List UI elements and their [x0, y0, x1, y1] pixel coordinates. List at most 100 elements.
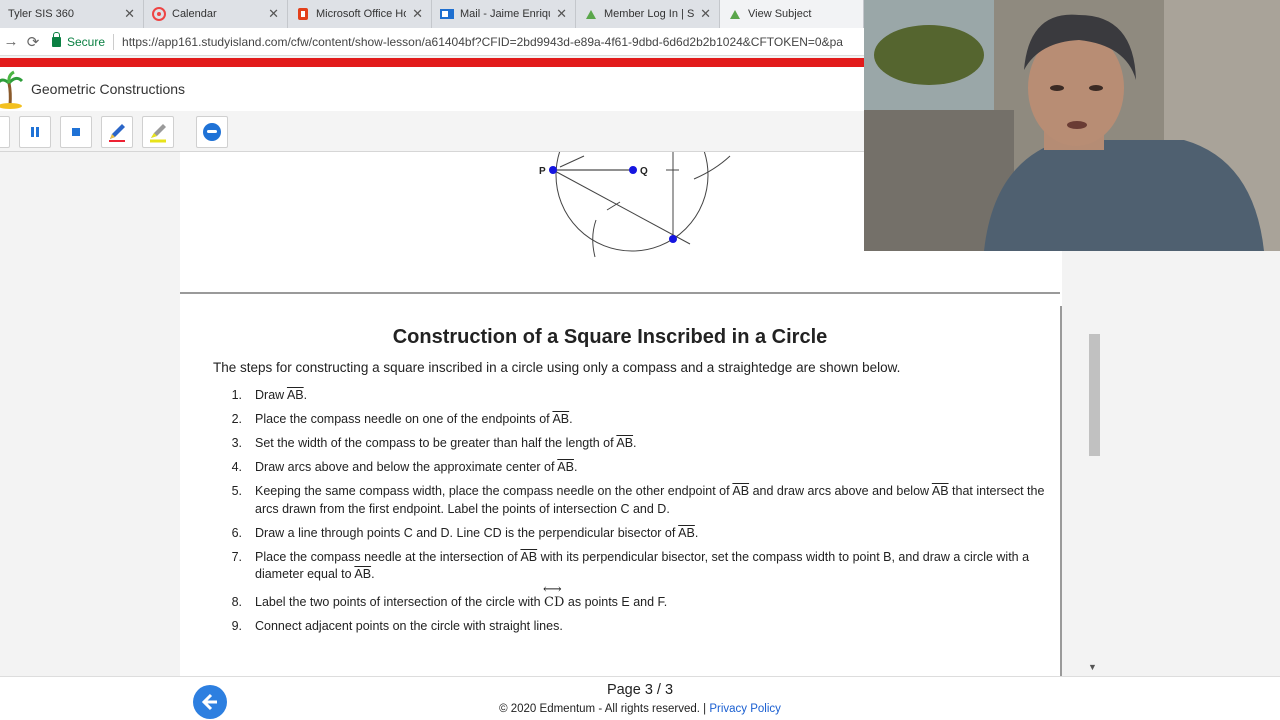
stop-button[interactable]	[60, 116, 92, 148]
step-text: as points E and F.	[564, 594, 668, 609]
segment-ab-notation: AB	[286, 388, 304, 402]
study-island-icon	[728, 7, 742, 21]
step-text: Place the compass needle on one of the e…	[255, 412, 553, 426]
close-tab-icon[interactable]: ✕	[412, 6, 423, 22]
step-item: 5. Keeping the same compass width, place …	[222, 483, 1062, 518]
close-tab-icon[interactable]: ✕	[124, 6, 135, 22]
highlighter-tool-button[interactable]	[142, 116, 174, 148]
step-text: .	[303, 388, 308, 402]
tab-calendar[interactable]: Calendar ✕	[144, 0, 288, 28]
step-text: Draw	[255, 388, 287, 402]
step-number: 7.	[231, 549, 242, 564]
app-title: Geometric Constructions	[31, 81, 186, 97]
lesson-title: Construction of a Square Inscribed in a …	[392, 326, 828, 348]
tab-mail[interactable]: Mail - Jaime Enriquez ✕	[432, 0, 576, 28]
tab-view-subject[interactable]: View Subject	[720, 0, 864, 28]
step-text: Keeping the same compass width, place th…	[255, 484, 733, 498]
tab-label: View Subject	[748, 8, 812, 20]
palm-tree-logo-icon	[0, 70, 24, 109]
tab-member-login[interactable]: Member Log In | Study ✕	[576, 0, 720, 28]
step-text: and draw arcs above and below	[749, 484, 932, 498]
line-cd-notation: CD	[543, 581, 564, 612]
tab-tyler-sis[interactable]: Tyler SIS 360 ✕	[0, 0, 144, 28]
pause-icon	[31, 127, 39, 137]
scrollbar-track[interactable]	[1086, 251, 1102, 676]
pencil-tool-button[interactable]	[101, 116, 133, 148]
step-number: 8.	[231, 594, 242, 609]
tab-label: Microsoft Office Home	[316, 8, 406, 20]
step-text: Draw a line through points C and D. Line…	[255, 525, 679, 540]
tab-office-home[interactable]: Microsoft Office Home ✕	[288, 0, 432, 28]
chat-button[interactable]	[196, 116, 228, 148]
scroll-down-arrow-icon[interactable]: ▼	[1088, 662, 1097, 672]
segment-ab-notation: AB	[678, 525, 695, 540]
address-bar: → ⟳ Secure https://app161.studyisland.co…	[0, 28, 864, 56]
presenter-video-icon	[864, 0, 1280, 251]
close-tab-icon[interactable]: ✕	[268, 6, 279, 22]
label-q: Q	[640, 166, 648, 177]
segment-ab-notation: AB	[552, 412, 570, 426]
step-text: Set the width of the compass to be great…	[255, 436, 617, 450]
play-button[interactable]	[0, 116, 10, 148]
step-item: 2. Place the compass needle on one of the…	[222, 411, 1062, 429]
step-number: 3.	[231, 436, 242, 450]
forward-icon[interactable]: →	[0, 31, 22, 53]
step-text: Place the compass needle at the intersec…	[255, 549, 521, 564]
step-number: 4.	[231, 460, 242, 474]
lesson-intro: The steps for constructing a square insc…	[213, 360, 901, 375]
pause-button[interactable]	[19, 116, 51, 148]
segment-ab-notation: AB	[520, 549, 538, 564]
webcam-video-overlay	[864, 0, 1280, 251]
step-text: Connect adjacent points on the circle wi…	[255, 618, 563, 633]
arc-mark	[693, 155, 731, 180]
divider	[113, 33, 115, 50]
page-indicator: Page 3 / 3	[606, 682, 674, 698]
step-item: 3. Set the width of the compass to be gre…	[222, 435, 1062, 453]
tab-label: Tyler SIS 360	[8, 8, 75, 20]
step-item: 7. Place the compass needle at the inters…	[222, 549, 1062, 584]
step-text: .	[694, 525, 699, 540]
segment-ab-notation: AB	[354, 567, 372, 581]
line-p-to-e	[552, 169, 691, 245]
study-island-icon	[584, 7, 598, 21]
steps-list: 1. Draw AB. 2. Place the compass needle on …	[222, 387, 1062, 642]
scrollbar-thumb[interactable]	[1089, 334, 1100, 456]
step-number: 6.	[231, 525, 242, 540]
browser-tab-strip: Tyler SIS 360 ✕ Calendar ✕ Microsoft Off…	[0, 0, 864, 28]
point-p	[549, 166, 557, 174]
step-text: .	[569, 412, 573, 426]
step-text: Draw arcs above and below the approximat…	[255, 460, 558, 474]
segment-ab-notation: AB	[931, 484, 949, 498]
step-number: 2.	[231, 412, 242, 426]
step-text: .	[633, 436, 637, 450]
calendar-icon	[152, 7, 166, 21]
chat-bubble-icon	[203, 123, 221, 141]
close-tab-icon[interactable]: ✕	[700, 6, 711, 22]
page-footer: Page 3 / 3 © 2020 Edmentum - All rights …	[0, 676, 1280, 720]
close-tab-icon[interactable]: ✕	[556, 6, 567, 22]
reload-icon[interactable]: ⟳	[22, 31, 44, 53]
step-number: 1.	[231, 388, 242, 402]
step-text: .	[573, 460, 578, 474]
copyright-line: © 2020 Edmentum - All rights reserved. |…	[0, 703, 1280, 715]
step-text: Label the two points of intersection of …	[255, 594, 545, 609]
step-item: 6. Draw a line through points C and D. Li…	[222, 525, 1062, 543]
step-text: .	[371, 567, 375, 581]
arc-mark	[592, 219, 597, 258]
arc-mark	[559, 155, 585, 168]
step-number: 5.	[231, 484, 242, 498]
secure-indicator[interactable]: Secure	[52, 31, 106, 49]
step-item: 4. Draw arcs above and below the approxim…	[222, 459, 1062, 477]
point-q	[629, 166, 637, 174]
lesson-toolbar	[0, 111, 864, 152]
segment-ab-notation: AB	[732, 484, 750, 498]
url-field[interactable]: https://app161.studyisland.com/cfw/conte…	[122, 35, 864, 49]
secure-label: Secure	[67, 34, 106, 49]
label-p: P	[539, 166, 546, 177]
app-header: Geometric Constructions	[0, 67, 864, 111]
point-e	[669, 235, 677, 243]
highlighter-icon	[150, 124, 166, 143]
stop-icon	[72, 128, 80, 136]
privacy-policy-link[interactable]: Privacy Policy	[709, 703, 781, 715]
segment-ab-notation: AB	[557, 460, 574, 474]
